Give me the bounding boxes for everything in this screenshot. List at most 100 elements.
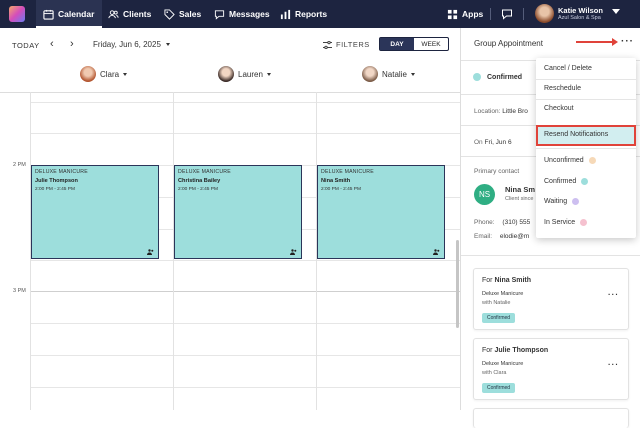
menu-item-unconfirmed[interactable]: Unconfirmed <box>544 157 596 164</box>
card-for: For Nina Smith <box>482 277 531 284</box>
appointment-client: Nina Smith <box>321 178 351 184</box>
card-with-label: with <box>482 370 492 376</box>
user-business: Azul Salon & Spa <box>558 15 601 21</box>
staff-name: Natalie <box>382 69 407 79</box>
primary-contact-label: Primary contact <box>474 168 520 175</box>
contact-avatar[interactable]: NS <box>474 184 495 205</box>
status-label: Confirmed <box>487 73 522 81</box>
annotation-arrow <box>576 38 618 46</box>
appointment-block[interactable]: DELUXE MANICURE Nina Smith 2:00 PM - 2:4… <box>317 165 445 259</box>
users-icon <box>108 9 119 18</box>
menu-item-checkout[interactable]: Checkout <box>544 105 574 112</box>
day-view-button[interactable]: DAY <box>380 38 414 50</box>
menu-divider <box>536 99 636 100</box>
app-logo[interactable] <box>9 6 25 22</box>
menu-item-in-service[interactable]: In Service <box>544 219 588 226</box>
menu-item-waiting[interactable]: Waiting <box>544 198 580 205</box>
card-for: For Julie Thompson <box>482 347 548 354</box>
email-label: Email: <box>474 233 493 240</box>
card-more-icon[interactable]: ··· <box>608 290 619 299</box>
status-dot <box>581 178 589 185</box>
slot-line <box>30 102 460 103</box>
card-for-label: For <box>482 347 493 354</box>
caret-down-icon <box>266 72 271 76</box>
nav-apps[interactable]: Apps <box>447 0 483 28</box>
menu-divider <box>536 148 636 149</box>
menu-item-reschedule[interactable]: Reschedule <box>544 85 581 92</box>
staff-avatar <box>80 66 96 82</box>
menu-item-label: Checkout <box>544 105 574 112</box>
slot-line <box>30 133 460 134</box>
filters-button[interactable]: FILTERS <box>323 40 370 49</box>
chat-icon <box>214 9 225 20</box>
client-card[interactable] <box>473 408 629 428</box>
staff-header-lauren[interactable]: Lauren <box>218 66 271 82</box>
appointment-client: Julie Thompson <box>35 178 78 184</box>
caret-down-icon <box>410 72 415 76</box>
menu-item-confirmed[interactable]: Confirmed <box>544 178 589 185</box>
appointment-actions-menu: Cancel / Delete Reschedule Checkout Rese… <box>536 58 636 238</box>
phone-value[interactable]: (310) 555 <box>502 219 530 226</box>
nav-messages[interactable]: Messages <box>214 0 270 28</box>
prev-day-icon[interactable]: ‹ <box>50 39 54 50</box>
menu-item-resend-notifications[interactable]: Resend Notifications <box>544 131 608 138</box>
card-client-name: Nina Smith <box>494 277 532 284</box>
appointment-time: 2:00 PM - 2:45 PM <box>321 187 361 192</box>
status-row[interactable]: Confirmed <box>473 73 522 81</box>
nav-sales[interactable]: Sales <box>164 0 201 28</box>
next-day-icon[interactable]: › <box>70 39 74 50</box>
status-dot <box>572 198 580 205</box>
nav-clients-label: Clients <box>123 9 152 19</box>
user-avatar[interactable] <box>535 4 554 23</box>
chevron-down-icon[interactable] <box>612 9 620 14</box>
phone-label: Phone: <box>474 219 495 226</box>
nav-calendar[interactable]: Calendar <box>36 0 102 28</box>
nav-clients[interactable]: Clients <box>108 0 151 28</box>
location-row: Location: Little Bro <box>474 108 528 115</box>
menu-item-cancel-delete[interactable]: Cancel / Delete <box>544 65 592 72</box>
nav-sales-label: Sales <box>179 9 202 19</box>
staff-name: Clara <box>100 69 120 79</box>
slot-line <box>30 323 460 324</box>
filters-label: FILTERS <box>336 40 370 49</box>
date-picker[interactable]: Friday, Jun 6, 2025 <box>93 40 171 49</box>
location-label: Location: <box>474 108 501 115</box>
menu-item-label: Resend Notifications <box>544 131 609 138</box>
more-options-icon[interactable]: ··· <box>621 36 634 47</box>
card-with: with Clara <box>482 370 506 376</box>
grid-scrollbar[interactable] <box>456 240 459 328</box>
appointment-time: 2:00 PM - 2:45 PM <box>178 187 218 192</box>
menu-item-label: Cancel / Delete <box>544 65 592 72</box>
time-label: 2 PM <box>13 162 26 168</box>
email-row: Email: elodie@m <box>474 233 529 240</box>
client-card[interactable]: For Nina Smith Deluxe Manicure with Nata… <box>473 268 629 330</box>
appointment-block[interactable]: DELUXE MANICURE Christina Bailey 2:00 PM… <box>174 165 302 259</box>
email-value[interactable]: elodie@m <box>500 233 529 240</box>
phone-row: Phone: (310) 555 <box>474 219 530 226</box>
view-toggle: DAY WEEK <box>379 37 449 51</box>
tag-icon <box>164 8 175 20</box>
staff-header-clara[interactable]: Clara <box>80 66 128 82</box>
messages-bubble-icon[interactable] <box>501 8 513 20</box>
nav-reports[interactable]: Reports <box>280 0 327 28</box>
staff-header-natalie[interactable]: Natalie <box>362 66 415 82</box>
panel-title: Group Appointment <box>474 39 543 48</box>
nav-calendar-label: Calendar <box>58 9 95 19</box>
slot-line <box>30 387 460 388</box>
sliders-icon <box>323 40 332 49</box>
date-row: On Fri, Jun 6 <box>474 139 512 146</box>
client-card[interactable]: For Julie Thompson Deluxe Manicure with … <box>473 338 629 400</box>
top-nav: Calendar Clients Sales Messages Reports … <box>0 0 640 28</box>
week-view-button[interactable]: WEEK <box>414 38 448 50</box>
staff-name: Lauren <box>238 69 263 79</box>
contact-name[interactable]: Nina Sm <box>505 185 535 194</box>
status-badge: Confirmed <box>482 313 516 323</box>
appointment-block[interactable]: DELUXE MANICURE Julie Thompson 2:00 PM -… <box>31 165 159 259</box>
panel-divider <box>461 255 640 256</box>
appointment-service: DELUXE MANICURE <box>178 169 231 175</box>
card-for-label: For <box>482 277 493 284</box>
card-more-icon[interactable]: ··· <box>608 360 619 369</box>
staff-avatar <box>218 66 234 82</box>
contact-since: Client since <box>505 196 534 202</box>
today-button[interactable]: TODAY <box>12 41 40 50</box>
